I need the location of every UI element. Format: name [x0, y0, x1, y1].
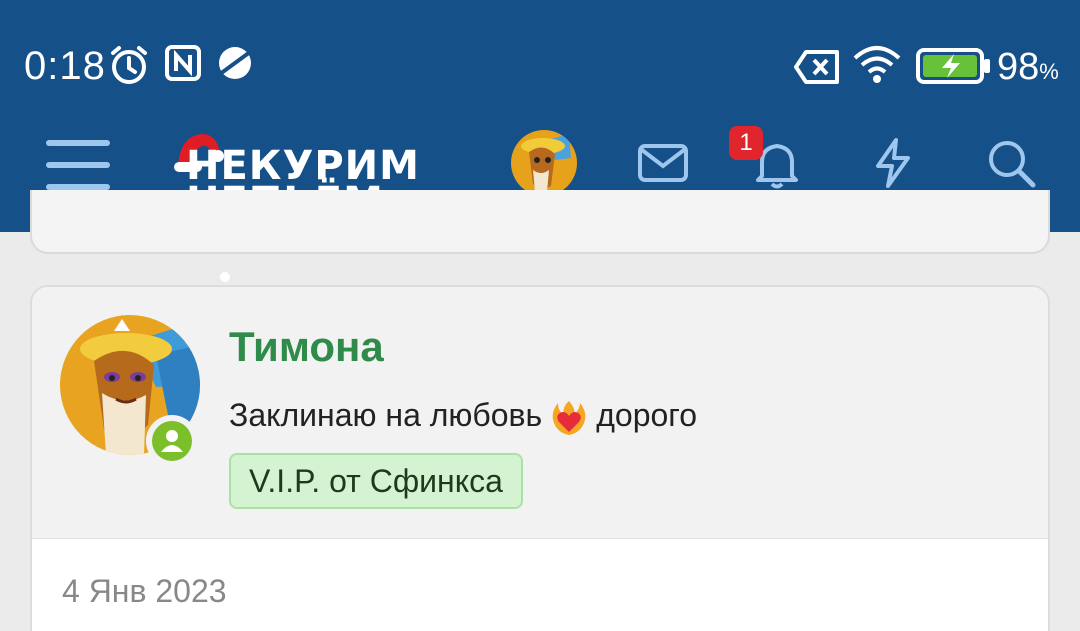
user-icon	[161, 430, 183, 452]
notification-badge: 1	[729, 126, 763, 160]
author-status: Заклинаю на любовь дорого	[229, 397, 697, 437]
post-card: Тимона Заклинаю на любовь дорого V.I.P. …	[30, 285, 1050, 631]
battery-percent: 98%	[997, 46, 1059, 88]
search-icon[interactable]	[984, 136, 1038, 190]
previous-post-card	[30, 190, 1050, 254]
mail-icon[interactable]	[636, 136, 690, 190]
post-author-header: Тимона Заклинаю на любовь дорого V.I.P. …	[32, 287, 1048, 539]
status-bar: 0:18 98%	[0, 0, 1080, 110]
status-text-after: дорого	[596, 397, 698, 433]
battery-charging-icon	[916, 48, 990, 84]
user-avatar[interactable]	[511, 130, 577, 196]
online-indicator	[146, 415, 198, 467]
author-username[interactable]: Тимона	[229, 323, 384, 371]
status-text-before: Заклинаю на любовь	[229, 397, 543, 433]
alarm-icon	[111, 46, 147, 84]
menu-icon[interactable]	[46, 140, 110, 194]
status-time: 0:18	[24, 44, 106, 88]
nfc-icon	[165, 45, 201, 81]
heart-on-fire-emoji-icon	[552, 400, 586, 435]
lightning-icon[interactable]	[866, 136, 920, 190]
planet-icon	[218, 47, 252, 79]
wifi-icon	[853, 46, 901, 83]
vip-badge: V.I.P. от Сфинкса	[229, 453, 523, 509]
post-date[interactable]: 4 Янв 2023	[62, 573, 227, 610]
no-sim-icon	[794, 50, 839, 84]
snowflake	[220, 272, 230, 282]
